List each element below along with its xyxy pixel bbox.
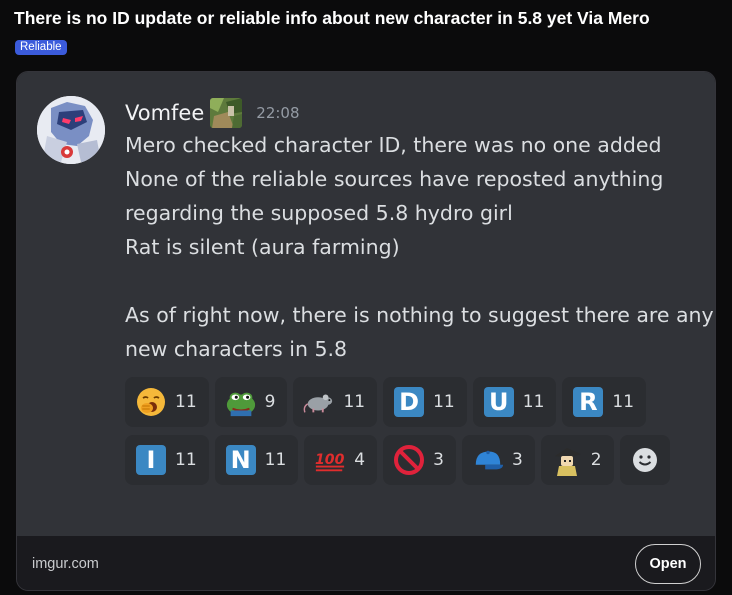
reaction-count: 3: [511, 450, 523, 470]
reaction-count: 11: [343, 392, 366, 412]
reaction-letter-i[interactable]: I 11: [125, 435, 209, 485]
reaction-blue-cap[interactable]: 3: [461, 435, 535, 485]
letter-u-tile: U: [483, 387, 514, 417]
reaction-bar: 11 9 11 D 11 U 11 R 11 I 11 N 11 100 4 3…: [125, 377, 695, 493]
letter-i-tile: I: [136, 445, 166, 475]
message-line: Rat is silent (aura farming): [125, 235, 400, 259]
reaction-count: 11: [522, 392, 545, 412]
message-line: None of the reliable sources have repost…: [125, 167, 664, 191]
reaction-letter-r[interactable]: R 11: [562, 377, 647, 427]
yawning-face-icon: [135, 386, 167, 418]
reaction-count: 11: [433, 392, 455, 412]
reaction-count: 4: [354, 450, 366, 470]
message-header: Vomfee 22:08: [125, 96, 300, 130]
reaction-count: 11: [612, 392, 635, 412]
letter-u-icon: U: [483, 386, 515, 418]
username[interactable]: Vomfee: [125, 101, 204, 125]
hundred-glyph: 100: [315, 452, 345, 468]
message-line: As of right now, there is nothing to sug…: [125, 303, 714, 327]
reaction-letter-u[interactable]: U 11: [472, 377, 557, 427]
user-badge-icon: [210, 98, 243, 128]
reaction-hundred[interactable]: 100 4: [304, 435, 378, 485]
hundred-points-icon: 100: [314, 444, 346, 476]
embedded-image-card[interactable]: Vomfee 22:08 Mero checked character ID, …: [16, 71, 716, 591]
pepe-frog-icon: [225, 386, 257, 418]
reaction-prohibited[interactable]: 3: [383, 435, 456, 485]
reaction-yawning-face[interactable]: 11: [125, 377, 209, 427]
open-button[interactable]: Open: [635, 544, 701, 584]
timestamp: 22:08: [256, 104, 300, 122]
message-line: Mero checked character ID, there was no …: [125, 133, 662, 157]
reaction-count: 9: [264, 392, 276, 412]
reaction-rat[interactable]: 11: [293, 377, 378, 427]
letter-n-tile: N: [225, 445, 256, 475]
post-title[interactable]: There is no ID update or reliable info a…: [14, 8, 650, 29]
source-domain[interactable]: imgur.com: [32, 556, 99, 572]
avatar: [37, 96, 105, 164]
reaction-count: 2: [590, 450, 602, 470]
letter-i-icon: I: [135, 444, 167, 476]
letter-n-icon: N: [225, 444, 257, 476]
letter-d-tile: D: [394, 387, 425, 417]
link-footer: imgur.com Open: [17, 536, 715, 590]
letter-r-tile: R: [573, 387, 604, 417]
message-body: Mero checked character ID, there was no …: [125, 128, 714, 366]
reaction-count: 11: [175, 392, 197, 412]
blue-cap-icon: [472, 444, 504, 476]
reaction-count: 11: [264, 450, 287, 470]
reaction-letter-n[interactable]: N 11: [214, 435, 299, 485]
reaction-count: 3: [433, 450, 444, 470]
character-sticker-icon: [551, 444, 583, 476]
rat-icon: [303, 386, 335, 418]
add-reaction-button[interactable]: [619, 435, 670, 485]
message-line: new characters in 5.8: [125, 337, 348, 361]
reaction-count: 11: [175, 450, 197, 470]
prohibited-icon: [393, 444, 425, 476]
reaction-letter-d[interactable]: D 11: [383, 377, 467, 427]
letter-d-icon: D: [393, 386, 425, 418]
reaction-character-sticker[interactable]: 2: [540, 435, 614, 485]
discord-screenshot: Vomfee 22:08 Mero checked character ID, …: [17, 72, 715, 536]
reliable-flair: Reliable: [15, 40, 67, 55]
reaction-pepe[interactable]: 9: [214, 377, 288, 427]
smiley-add-icon: [629, 444, 661, 476]
letter-r-icon: R: [572, 386, 604, 418]
message-line: regarding the supposed 5.8 hydro girl: [125, 201, 513, 225]
